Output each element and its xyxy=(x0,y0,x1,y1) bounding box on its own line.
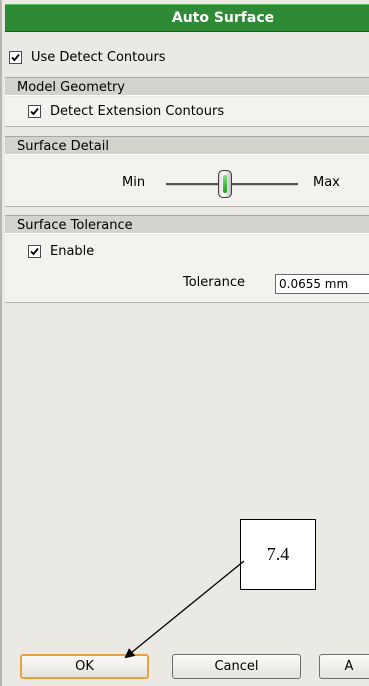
detect-extension-contours-label: Detect Extension Contours xyxy=(50,104,225,119)
check-icon xyxy=(11,53,20,62)
use-detect-contours-checkbox[interactable] xyxy=(9,51,22,64)
detect-extension-contours-row[interactable]: Detect Extension Contours xyxy=(28,102,358,122)
detect-extension-contours-checkbox[interactable] xyxy=(28,105,41,118)
cancel-button[interactable]: Cancel xyxy=(172,654,301,679)
tolerance-label: Tolerance xyxy=(183,275,245,290)
surface-detail-header: Surface Detail xyxy=(5,136,369,155)
dialog-titlebar: Auto Surface xyxy=(5,4,369,32)
auto-surface-dialog: Auto Surface Use Detect Contours Model G… xyxy=(0,0,369,686)
apply-button[interactable]: A xyxy=(319,654,369,679)
ok-button[interactable]: OK xyxy=(20,654,149,679)
model-geometry-header: Model Geometry xyxy=(5,77,369,96)
use-detect-contours-row[interactable]: Use Detect Contours xyxy=(9,48,349,68)
tolerance-input[interactable]: 0.0655 mm xyxy=(275,274,369,294)
surface-tolerance-header: Surface Tolerance xyxy=(5,215,369,234)
step-callout: 7.4 xyxy=(240,519,316,590)
use-detect-contours-label: Use Detect Contours xyxy=(31,50,166,65)
enable-row[interactable]: Enable xyxy=(28,242,228,262)
slider-min-label: Min xyxy=(122,175,146,190)
enable-checkbox[interactable] xyxy=(28,245,41,258)
check-icon xyxy=(30,247,39,256)
surface-detail-slider-thumb[interactable] xyxy=(218,170,233,198)
dialog-title: Auto Surface xyxy=(171,10,275,26)
slider-max-label: Max xyxy=(313,175,340,190)
slider-thumb-glow xyxy=(223,175,228,193)
enable-label: Enable xyxy=(50,244,95,259)
check-icon xyxy=(30,107,39,116)
